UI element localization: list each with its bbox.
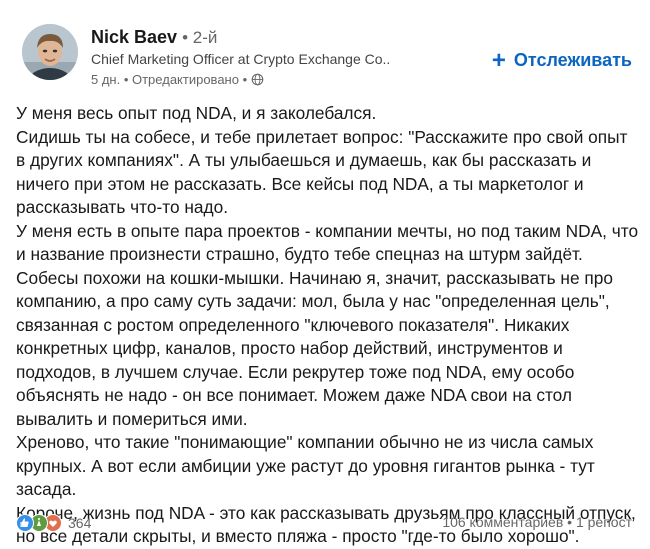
post-meta: 5 дн. • Отредактировано • bbox=[91, 72, 264, 87]
post-paragraph: У меня весь опыт под NDA, и я заколебалс… bbox=[16, 103, 377, 123]
plus-icon: + bbox=[491, 46, 506, 74]
avatar[interactable] bbox=[22, 24, 78, 80]
author-name[interactable]: Nick Baev bbox=[91, 27, 177, 47]
post-paragraph: Хреново, что такие "понимающие" компании… bbox=[16, 432, 595, 499]
post-paragraph: Сидишь ты на собесе, и тебе прилетает во… bbox=[16, 126, 628, 218]
post-paragraph: У меня есть в опыте пара проектов - комп… bbox=[16, 220, 639, 429]
author-name-row: Nick Baev • 2-й bbox=[91, 27, 217, 48]
comments-count[interactable]: 106 комментариев bbox=[442, 514, 563, 530]
avatar-photo bbox=[22, 24, 78, 80]
post-card: Nick Baev • 2-й Chief Marketing Officer … bbox=[0, 0, 650, 546]
post-footer: 364 106 комментариев • 1 репост bbox=[0, 508, 650, 536]
stats-separator: • bbox=[567, 514, 573, 530]
reposts-count[interactable]: 1 репост bbox=[576, 514, 632, 530]
engagement-counts: 106 комментариев • 1 репост bbox=[442, 514, 632, 530]
post-meta-text: 5 дн. • Отредактировано • bbox=[91, 72, 248, 87]
author-title: Chief Marketing Officer at Crypto Exchan… bbox=[91, 51, 391, 67]
reactions-summary[interactable]: 364 bbox=[16, 514, 91, 532]
like-icon bbox=[16, 514, 34, 532]
connection-degree: • 2-й bbox=[182, 28, 218, 47]
post-body: У меня весь опыт под NDA, и я заколебалс… bbox=[16, 102, 641, 549]
follow-label: Отслеживать bbox=[513, 50, 632, 70]
globe-icon bbox=[251, 73, 264, 86]
post-header: Nick Baev • 2-й Chief Marketing Officer … bbox=[0, 0, 650, 100]
follow-button[interactable]: + Отслеживать bbox=[491, 46, 632, 74]
reactions-count: 364 bbox=[68, 515, 92, 531]
